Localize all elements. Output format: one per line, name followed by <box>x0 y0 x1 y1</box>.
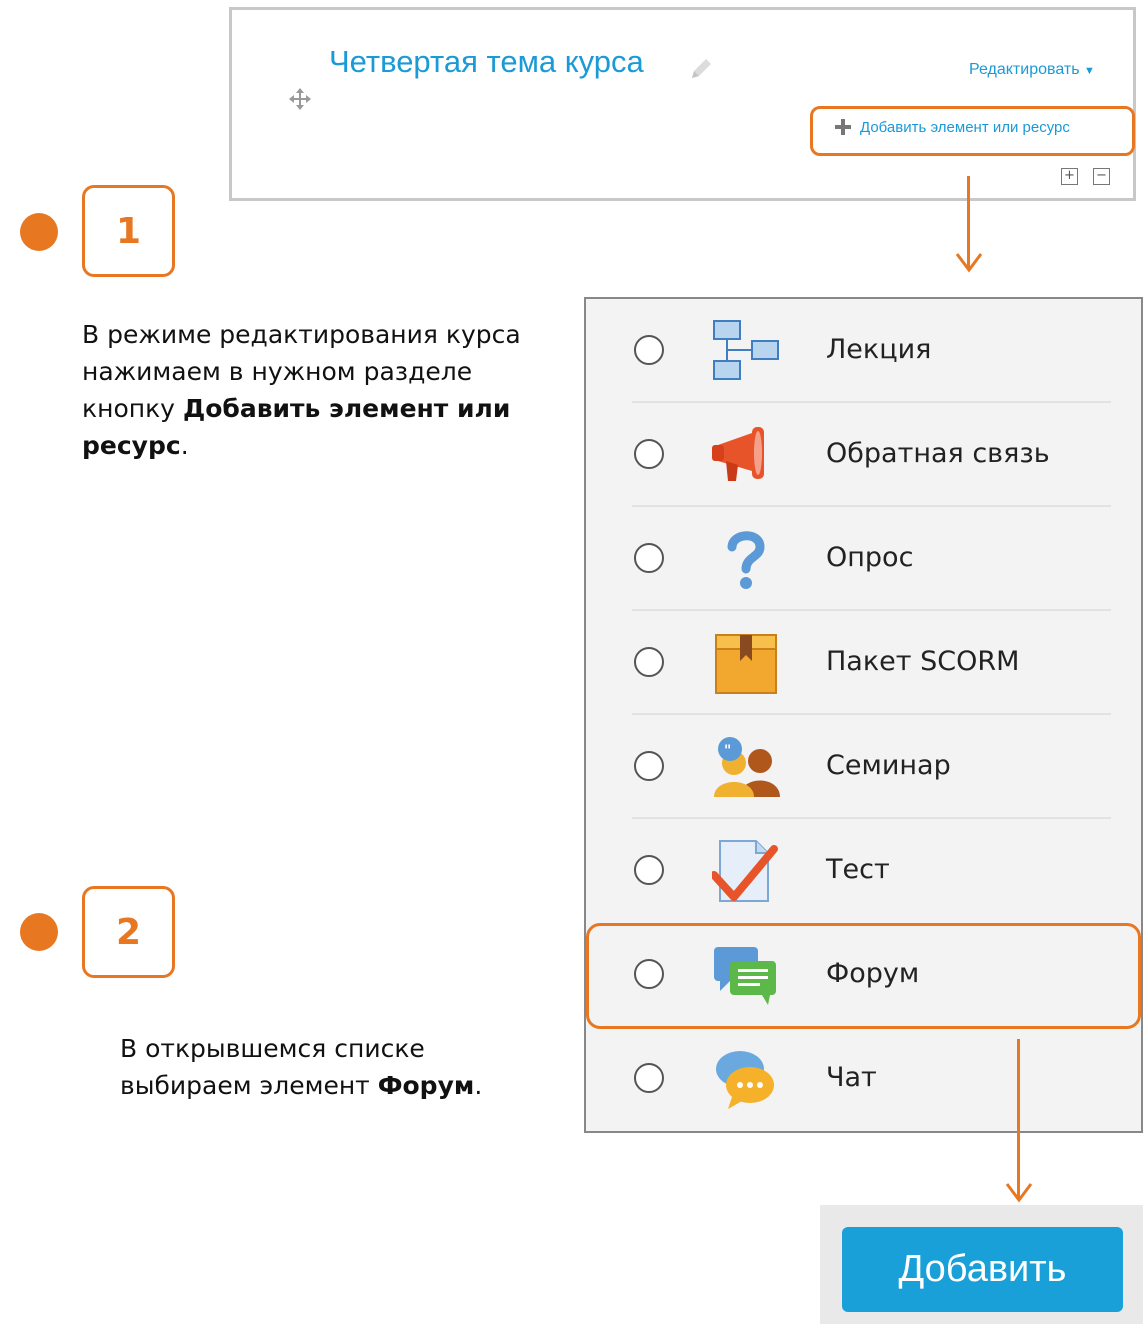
lesson-icon <box>713 320 779 380</box>
step-1-text: В режиме редактирования курса нажимаем в… <box>82 316 522 464</box>
step-2-end: . <box>474 1071 483 1100</box>
activity-label: Семинар <box>826 750 951 781</box>
step-2-text: В открывшемся списке выбираем элемент Фо… <box>120 1030 550 1104</box>
add-activity-link[interactable]: Добавить элемент или ресурс <box>834 118 1070 136</box>
edit-menu-label: Редактировать <box>969 61 1080 78</box>
arrow-2-line <box>1017 1039 1020 1199</box>
step-1-dot <box>20 213 58 251</box>
forum-highlight <box>586 923 1141 1029</box>
activity-label: Тест <box>826 854 890 885</box>
plus-icon <box>835 119 851 135</box>
activity-label: Пакет SCORM <box>826 646 1020 677</box>
expand-icon[interactable]: + <box>1061 168 1078 185</box>
add-button[interactable]: Добавить <box>842 1227 1123 1312</box>
pencil-icon[interactable] <box>688 56 714 82</box>
activity-row-chat[interactable]: Чат <box>586 1027 1141 1131</box>
radio-workshop[interactable] <box>634 751 664 781</box>
activity-label: Опрос <box>826 542 914 573</box>
activity-label: Чат <box>826 1062 877 1093</box>
step-2-badge: 2 <box>82 886 175 978</box>
activity-row-workshop[interactable]: " Семинар <box>586 715 1141 819</box>
activity-row-lesson[interactable]: Лекция <box>586 299 1141 403</box>
caret-down-icon: ▼ <box>1083 65 1095 77</box>
scorm-icon <box>715 634 777 694</box>
svg-text:": " <box>724 743 731 759</box>
workshop-icon: " <box>714 737 780 797</box>
add-activity-label: Добавить элемент или ресурс <box>860 118 1070 136</box>
section-title[interactable]: Четвертая тема курса <box>329 44 644 80</box>
step-2-dot <box>20 913 58 951</box>
feedback-icon <box>712 427 764 481</box>
activity-label: Лекция <box>826 334 932 365</box>
step-1-end: . <box>180 431 189 460</box>
radio-chat[interactable] <box>634 1063 664 1093</box>
radio-scorm[interactable] <box>634 647 664 677</box>
radio-lesson[interactable] <box>634 335 664 365</box>
collapse-icon[interactable]: − <box>1093 168 1110 185</box>
radio-feedback[interactable] <box>634 439 664 469</box>
edit-menu-link[interactable]: Редактировать ▼ <box>969 61 1095 79</box>
step-1-badge: 1 <box>82 185 175 277</box>
activity-row-quiz[interactable]: Тест <box>586 819 1141 923</box>
step-2-bold: Форум <box>377 1071 475 1100</box>
activity-label: Обратная связь <box>826 438 1050 469</box>
move-icon[interactable] <box>288 87 312 111</box>
arrow-1-head <box>955 253 983 273</box>
arrow-2-head <box>1005 1183 1033 1203</box>
activity-row-scorm[interactable]: Пакет SCORM <box>586 611 1141 715</box>
quiz-icon <box>712 840 778 902</box>
choice-icon <box>727 531 765 589</box>
radio-quiz[interactable] <box>634 855 664 885</box>
radio-choice[interactable] <box>634 543 664 573</box>
activity-row-feedback[interactable]: Обратная связь <box>586 403 1141 507</box>
chat-icon <box>716 1051 774 1109</box>
activity-row-choice[interactable]: Опрос <box>586 507 1141 611</box>
course-section <box>229 7 1136 201</box>
